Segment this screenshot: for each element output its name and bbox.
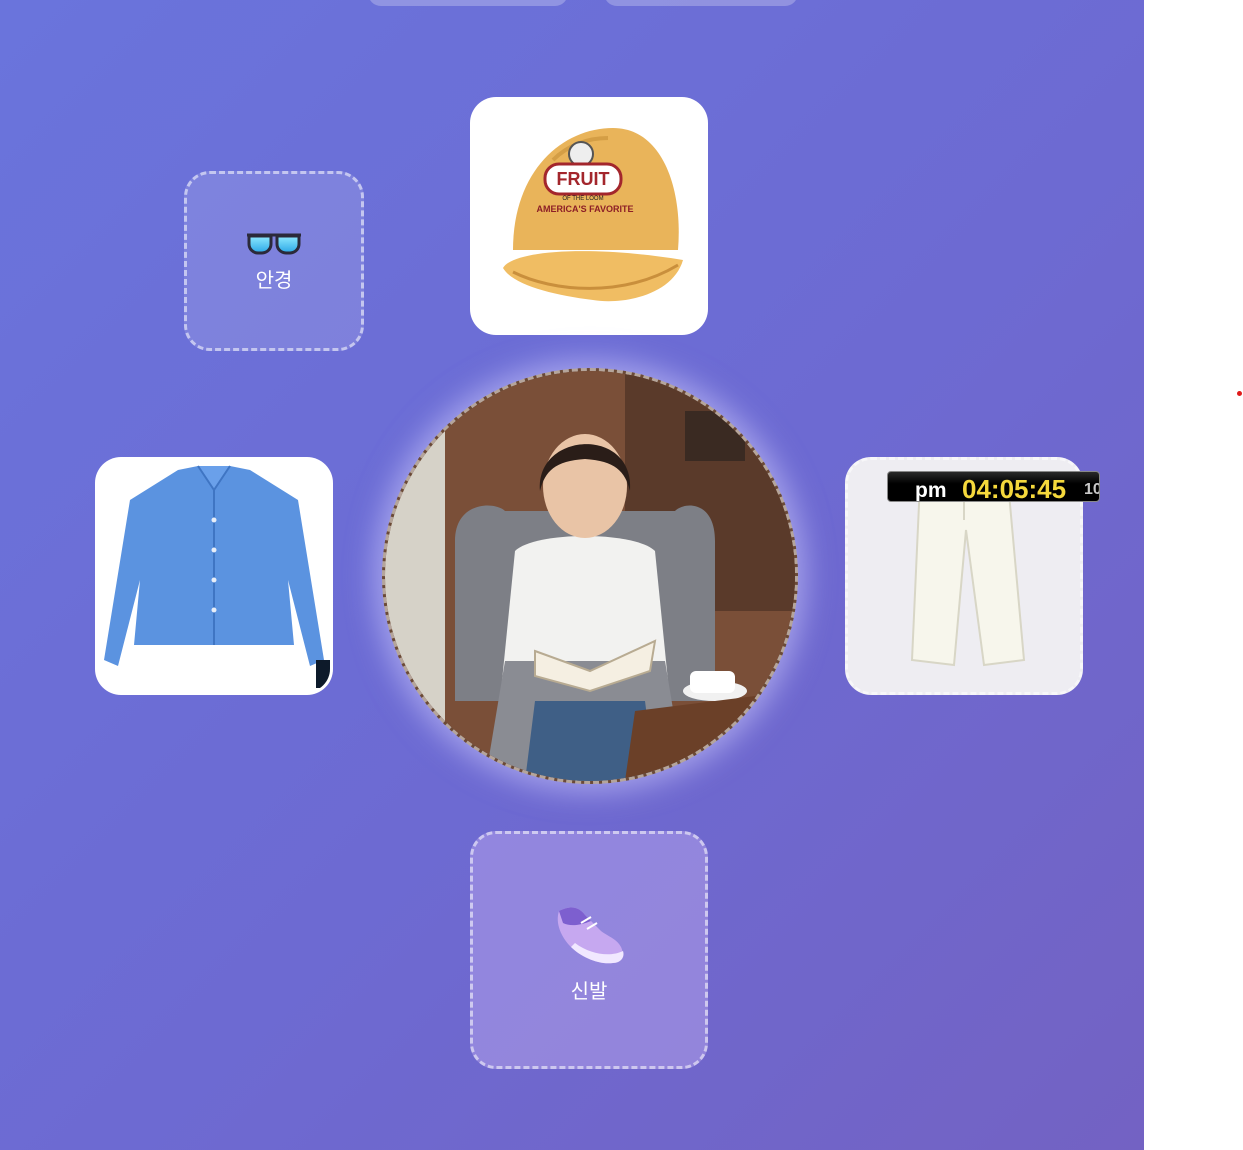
model-photo-image bbox=[385, 371, 795, 781]
hat-slot[interactable]: FRUIT OF THE LOOM AMERICA'S FAVORITE bbox=[470, 97, 708, 335]
cap-brand-text: FRUIT bbox=[557, 169, 610, 189]
clock-overlay: pm 04:05:45 10 bbox=[887, 471, 1100, 502]
shoes-slot[interactable]: 신발 bbox=[470, 831, 708, 1069]
outfit-board: 안경 FRUIT OF THE LOOM AMERICA'S FAVORITE bbox=[0, 0, 1144, 1150]
red-dot-marker bbox=[1237, 391, 1242, 396]
cap-image: FRUIT OF THE LOOM AMERICA'S FAVORITE bbox=[503, 128, 683, 302]
top-tab-pill[interactable] bbox=[604, 0, 798, 6]
shoes-slot-label: 신발 bbox=[570, 978, 608, 1003]
glasses-slot-label: 안경 bbox=[255, 267, 293, 292]
clock-time: 04:05:45 bbox=[962, 474, 1067, 502]
top-slot[interactable] bbox=[95, 457, 333, 695]
shirt-image bbox=[104, 465, 330, 688]
cap-line-text: AMERICA'S FAVORITE bbox=[537, 204, 634, 214]
glasses-icon bbox=[247, 233, 301, 254]
cap-sub-text: OF THE LOOM bbox=[562, 196, 603, 202]
top-tab-pill[interactable] bbox=[368, 0, 568, 6]
model-photo[interactable] bbox=[382, 368, 798, 784]
sneaker-icon bbox=[557, 907, 624, 963]
clock-extra: 10 bbox=[1084, 481, 1099, 498]
glasses-slot[interactable]: 안경 bbox=[184, 171, 364, 351]
clock-ampm: pm bbox=[915, 479, 947, 502]
